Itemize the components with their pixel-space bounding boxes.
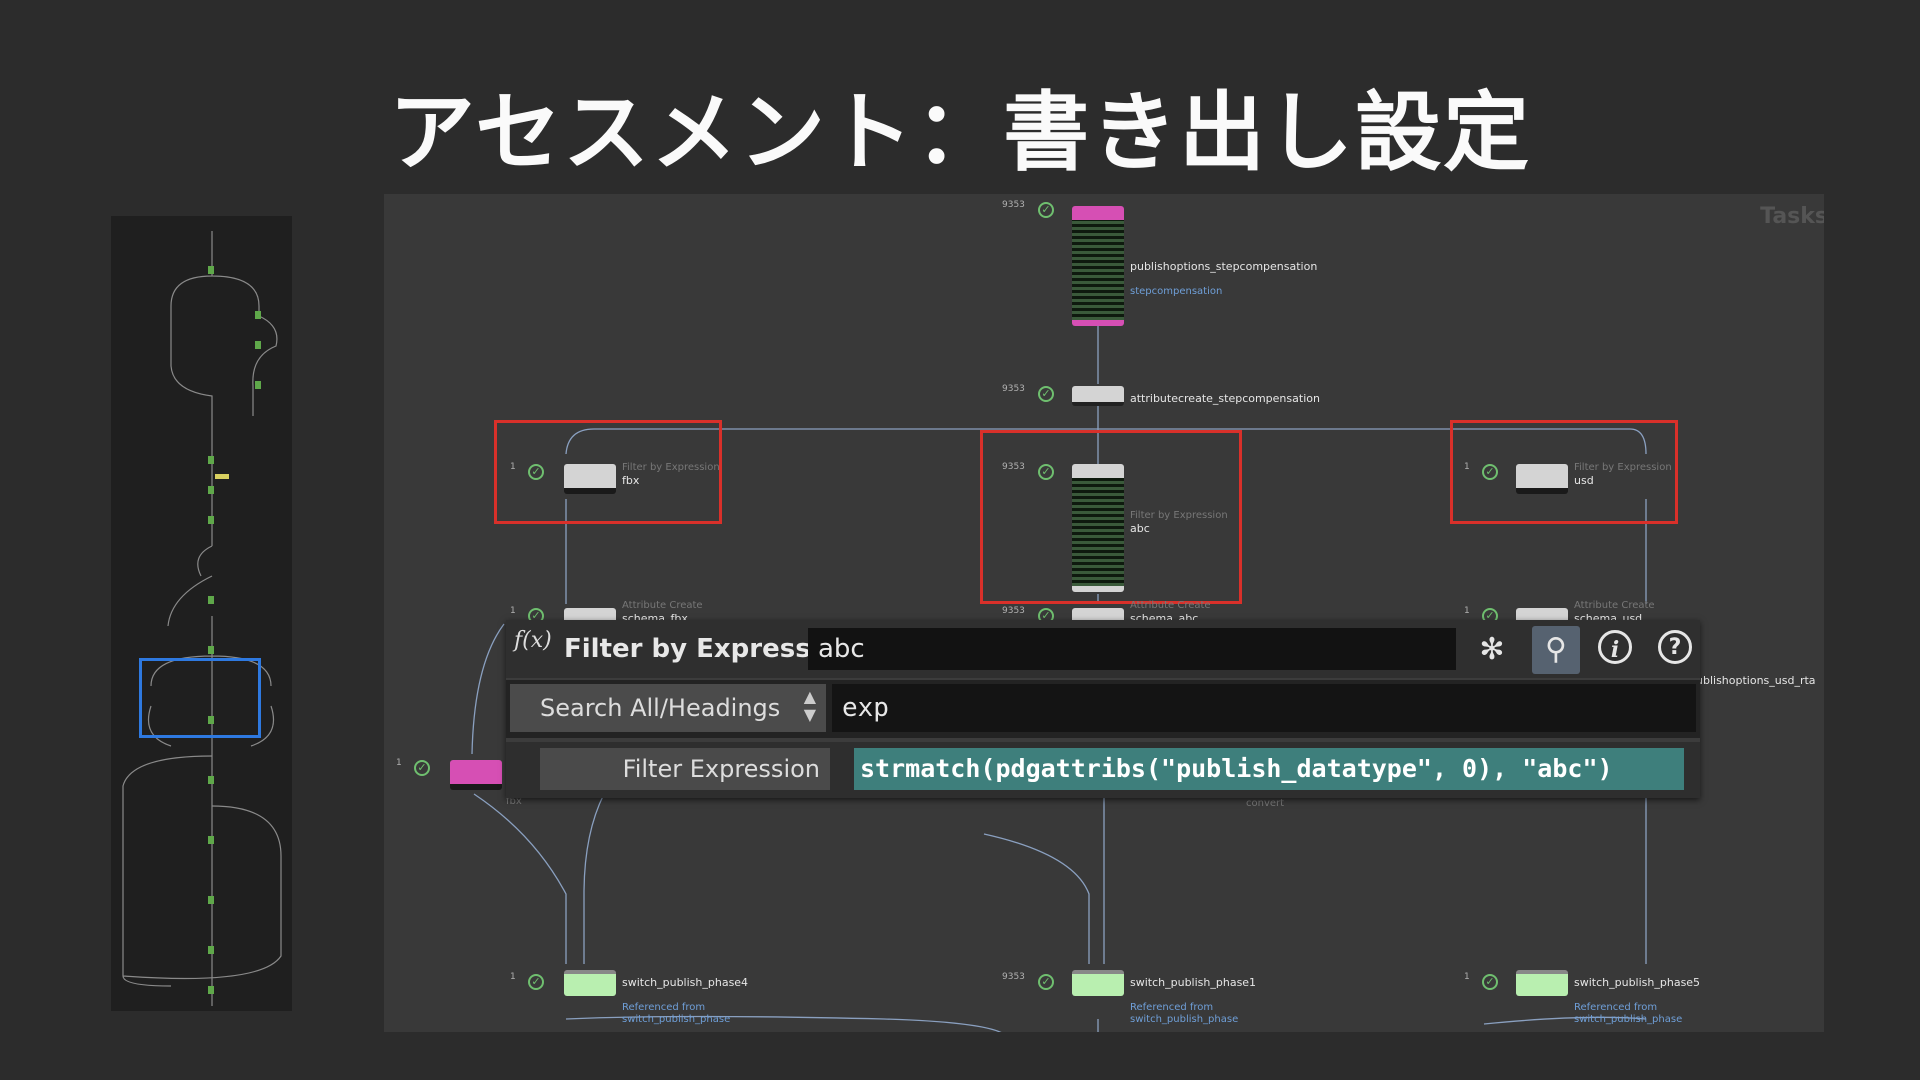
filter-usd-node[interactable]	[1516, 464, 1568, 494]
switch-phase4-node[interactable]	[564, 970, 616, 996]
node-type: Filter by Expression	[1130, 510, 1228, 521]
cook-complete-icon: ✓	[1038, 464, 1054, 480]
cook-complete-icon: ✓	[1482, 974, 1498, 990]
switch-phase5-node[interactable]	[1516, 970, 1568, 996]
work-item-count: 1	[510, 606, 516, 616]
work-item-count: 1	[510, 462, 516, 472]
work-item-count: 9353	[1002, 606, 1025, 616]
work-item-count: 1	[1464, 606, 1470, 616]
gear-icon[interactable]: ✻	[1472, 630, 1512, 670]
parameter-panel: f(x) Filter by Expression abc ✻ ⚲ i ? Se…	[506, 620, 1700, 798]
cook-complete-icon: ✓	[1038, 202, 1054, 218]
publishoptions-node[interactable]	[1072, 206, 1124, 326]
parameter-search-bar: Search All/Headings ▲ ▼ exp	[506, 680, 1700, 738]
pdg-network-editor[interactable]: Tasks 9353 ✓ publishoptions_stepcompensa…	[384, 194, 1824, 1032]
work-item-count: 9353	[1002, 384, 1025, 394]
attributecreate-node[interactable]	[1072, 386, 1124, 406]
work-item-count: 9353	[1002, 200, 1025, 210]
search-mode-label: Search All/Headings	[540, 694, 781, 722]
work-item-count: 1	[1464, 462, 1470, 472]
slide-title: アセスメント：書き出し設定	[388, 83, 1532, 183]
node-reference: Referenced from	[1574, 1002, 1658, 1013]
node-name: publishoptions_stepcompensation	[1130, 260, 1318, 273]
work-item-count: 9353	[1002, 462, 1025, 472]
work-item-count: 1	[510, 972, 516, 982]
filter-expression-field[interactable]: strmatch(pdgattribs("publish_datatype", …	[854, 748, 1684, 790]
node-name: switch_publish_phase1	[1130, 976, 1257, 989]
search-icon[interactable]: ⚲	[1532, 626, 1580, 674]
cook-complete-icon: ✓	[1038, 974, 1054, 990]
node-type: Attribute Create	[622, 600, 703, 611]
filter-abc-node[interactable]	[1072, 464, 1124, 592]
search-mode-select[interactable]: Search All/Headings ▲ ▼	[510, 684, 826, 732]
panel-header: f(x) Filter by Expression abc ✻ ⚲ i ?	[506, 620, 1700, 678]
node-name: convert	[1246, 798, 1285, 809]
node-name-field[interactable]: abc	[808, 628, 1456, 670]
cook-complete-icon: ✓	[1038, 386, 1054, 402]
node-name: ublishoptions_usd_rta	[1696, 674, 1816, 687]
help-icon[interactable]: ?	[1658, 630, 1692, 664]
work-item-count: 9353	[1002, 972, 1025, 982]
updown-arrows-icon: ▲ ▼	[803, 687, 816, 724]
filter-expression-node-icon[interactable]: f(x)	[514, 628, 554, 668]
switch-phase1-node[interactable]	[1072, 970, 1124, 996]
node-name: attributecreate_stepcompensation	[1130, 392, 1320, 405]
node-type: Attribute Create	[1574, 600, 1655, 611]
work-item-count: 1	[1464, 972, 1470, 982]
filter-expression-label[interactable]: Filter Expression	[540, 748, 830, 790]
parameter-row-filter-expression: Filter Expression strmatch(pdgattribs("p…	[506, 742, 1700, 798]
cook-complete-icon: ✓	[414, 760, 430, 776]
node-name: usd	[1574, 474, 1594, 487]
tasks-label: Tasks	[1760, 204, 1824, 229]
node-reference: Referenced from	[1130, 1002, 1214, 1013]
node-reference: stepcompensation	[1130, 286, 1223, 297]
node-name: abc	[1130, 522, 1150, 535]
cook-complete-icon: ✓	[528, 974, 544, 990]
minimap-view-highlight	[139, 658, 261, 738]
node-reference: Referenced from	[622, 1002, 706, 1013]
node-reference: switch_publish_phase	[1574, 1014, 1683, 1025]
minimap-graph	[122, 231, 282, 1006]
info-icon[interactable]: i	[1598, 630, 1632, 664]
cook-complete-icon: ✓	[1482, 464, 1498, 480]
filter-fbx-node[interactable]	[564, 464, 616, 494]
node-name: fbx	[622, 474, 640, 487]
cook-complete-icon: ✓	[528, 464, 544, 480]
node-name: switch_publish_phase4	[622, 976, 749, 989]
work-item-count: 1	[396, 758, 402, 768]
parameter-search-input[interactable]: exp	[832, 684, 1696, 732]
node-type: Filter by Expression	[622, 462, 720, 473]
node-reference: switch_publish_phase	[1130, 1014, 1239, 1025]
node-type: Attribute Create	[1130, 600, 1211, 611]
node-type: Filter by Expression	[1574, 462, 1672, 473]
network-minimap[interactable]	[111, 216, 292, 1011]
node-name: switch_publish_phase5	[1574, 976, 1701, 989]
node-reference: switch_publish_phase	[622, 1014, 731, 1025]
pink-node[interactable]	[450, 760, 502, 790]
